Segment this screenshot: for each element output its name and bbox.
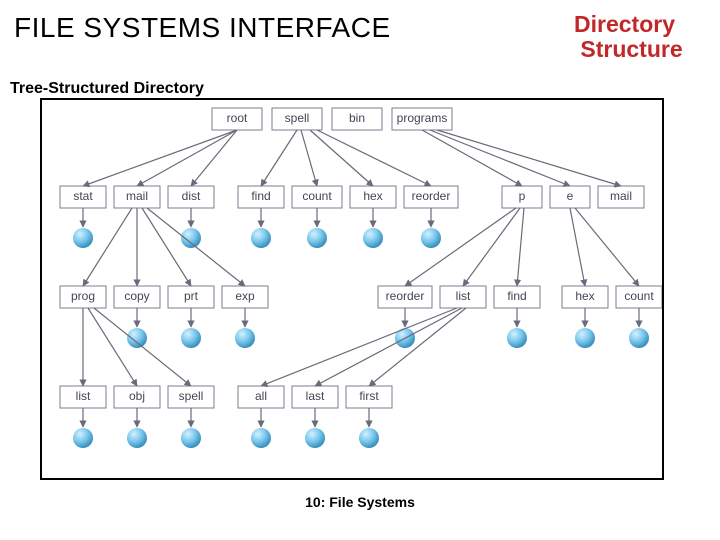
row3: list obj spell all last first: [60, 386, 392, 408]
node-find: find: [251, 189, 270, 203]
node-first: first: [359, 389, 379, 403]
slide-topic-line1: Directory: [574, 11, 675, 37]
node-bin: bin: [349, 111, 365, 125]
leaf-icon: [251, 428, 271, 448]
leaf-icon: [181, 428, 201, 448]
leaf-icon: [575, 328, 595, 348]
node-last: last: [306, 389, 325, 403]
edges-3-leaf: [83, 408, 369, 427]
node-root: root: [227, 111, 248, 125]
node-find2: find: [507, 289, 526, 303]
node-dist: dist: [182, 189, 201, 203]
leaf-icon: [127, 428, 147, 448]
leaf-icon: [363, 228, 383, 248]
node-list3: list: [76, 389, 91, 403]
node-hex: hex: [363, 189, 382, 203]
footer: 10: File Systems: [0, 494, 720, 510]
slide-topic-line2: Structure: [580, 36, 682, 62]
subheading: Tree-Structured Directory: [10, 80, 204, 98]
row3-leaves: [73, 428, 379, 448]
edges-1-2: [83, 208, 639, 286]
leaf-icon: [629, 328, 649, 348]
row1: stat mail dist find count hex reorder p …: [60, 186, 644, 208]
node-e: e: [567, 189, 574, 203]
slide-topic: Directory Structure: [574, 12, 704, 63]
edges-2-leaf: [137, 308, 639, 327]
leaf-icon: [181, 328, 201, 348]
node-mail: mail: [126, 189, 148, 203]
node-p: p: [519, 189, 526, 203]
leaf-icon: [235, 328, 255, 348]
node-programs: programs: [397, 111, 448, 125]
node-count: count: [302, 189, 332, 203]
leaf-icon: [507, 328, 527, 348]
edges-1-leaf: [83, 208, 431, 227]
tree-diagram: root spell bin programs stat mail dist f…: [40, 98, 664, 480]
node-list2: list: [456, 289, 471, 303]
edges-0-1: [83, 130, 621, 186]
node-obj: obj: [129, 389, 145, 403]
leaf-icon: [305, 428, 325, 448]
leaf-icon: [307, 228, 327, 248]
leaf-icon: [251, 228, 271, 248]
leaf-icon: [359, 428, 379, 448]
leaf-icon: [73, 428, 93, 448]
node-spell: spell: [285, 111, 310, 125]
leaf-icon: [421, 228, 441, 248]
leaf-icon: [127, 328, 147, 348]
node-count2: count: [624, 289, 654, 303]
row0: root spell bin programs: [212, 108, 452, 130]
node-reorder2: reorder: [386, 289, 425, 303]
row2-leaves: [127, 328, 649, 348]
node-prt: prt: [184, 289, 199, 303]
row2: prog copy prt exp reorder list find hex …: [60, 286, 662, 308]
node-mail2: mail: [610, 189, 632, 203]
node-stat: stat: [73, 189, 93, 203]
leaf-icon: [73, 228, 93, 248]
node-spell3: spell: [179, 389, 204, 403]
node-exp: exp: [235, 289, 255, 303]
node-all: all: [255, 389, 267, 403]
node-copy: copy: [124, 289, 149, 303]
node-hex2: hex: [575, 289, 594, 303]
slide-title: FILE SYSTEMS INTERFACE: [14, 12, 391, 44]
node-reorder: reorder: [412, 189, 451, 203]
row1-leaves: [73, 228, 441, 248]
tree-svg: root spell bin programs stat mail dist f…: [42, 100, 662, 478]
node-prog: prog: [71, 289, 95, 303]
